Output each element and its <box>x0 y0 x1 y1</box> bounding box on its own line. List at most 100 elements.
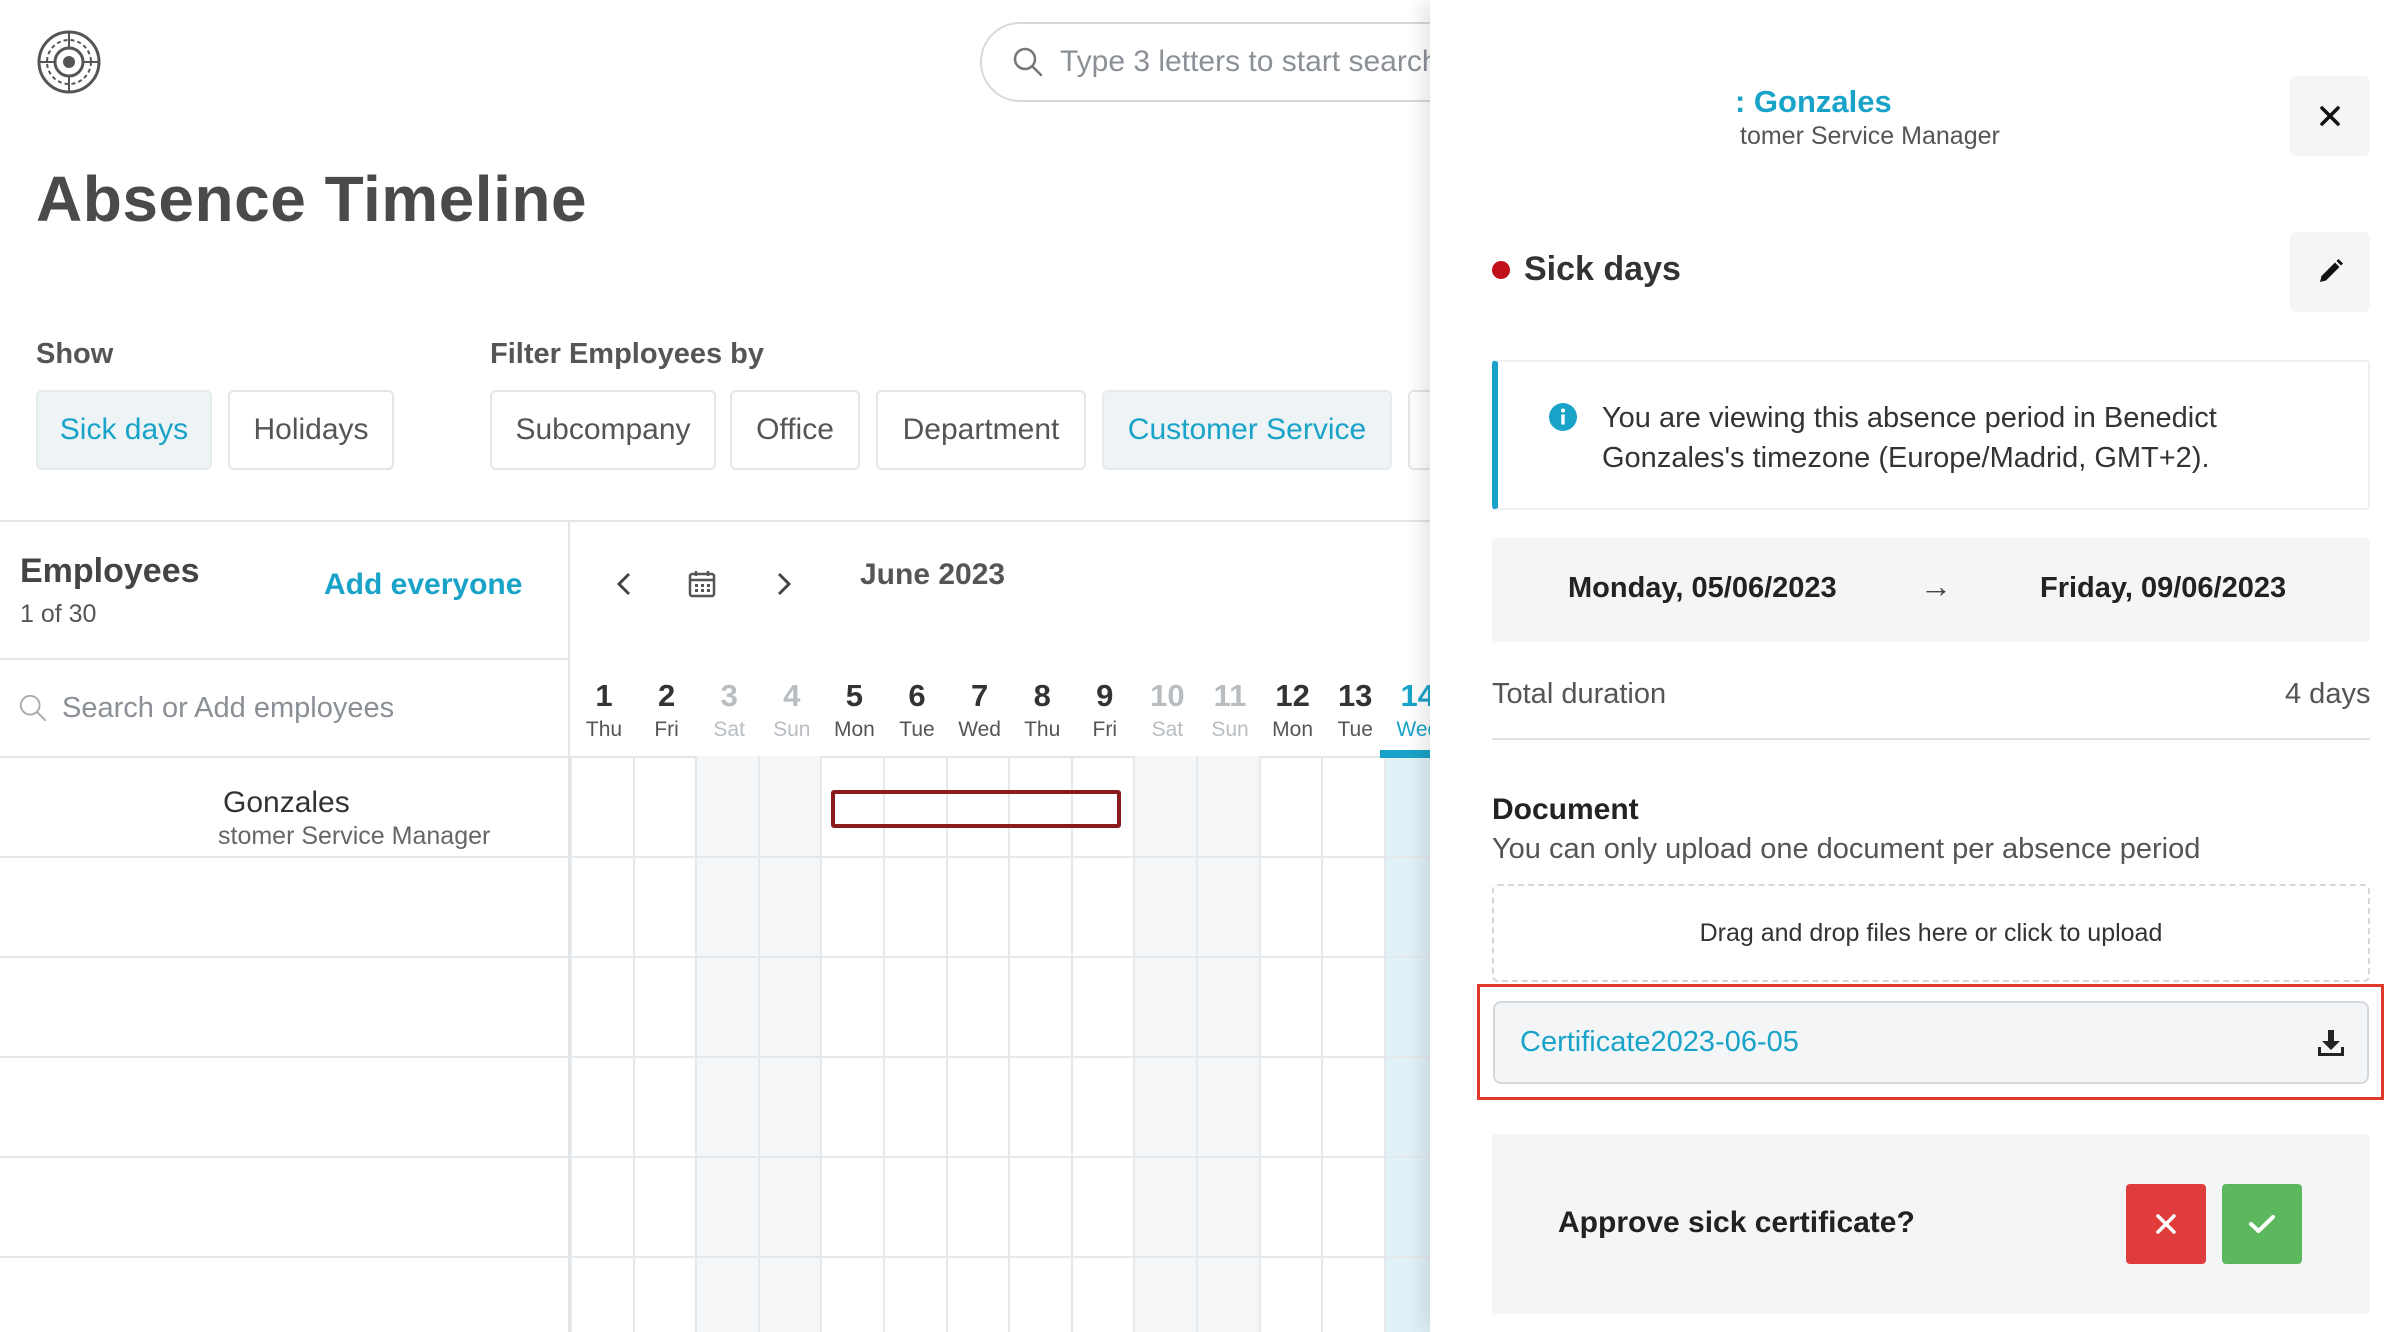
column-divider <box>883 756 885 1332</box>
employees-column: Employees 1 of 30 Add everyone Search or… <box>0 522 570 1332</box>
column-divider <box>1070 756 1073 1332</box>
day-number: 13 <box>1337 678 1373 713</box>
calendar-icon <box>688 571 716 598</box>
panel-employee-role: tomer Service Manager <box>1740 122 2000 150</box>
next-month-button[interactable] <box>764 564 804 604</box>
weekend-column <box>695 756 758 1332</box>
column-divider <box>757 756 760 1332</box>
previous-month-button[interactable] <box>604 564 644 604</box>
filter-holidays-button[interactable]: Holidays <box>228 390 394 470</box>
close-icon <box>2156 1214 2176 1234</box>
timezone-info-message: You are viewing this absence period in B… <box>1602 402 2217 474</box>
day-header-13: 13 Tue <box>1324 658 1386 758</box>
reject-certificate-button[interactable] <box>2126 1184 2206 1264</box>
chevron-left-icon <box>616 572 631 596</box>
column-divider <box>632 756 635 1332</box>
absence-start-date: Monday, 05/06/2023 <box>1568 572 1837 604</box>
column-divider <box>1133 756 1136 1332</box>
employees-count: 1 of 30 <box>20 600 97 628</box>
day-number: 5 <box>845 678 864 713</box>
day-name: Wed <box>958 718 1001 741</box>
day-header-8: 8 Thu <box>1011 658 1073 758</box>
absence-end-date: Friday, 09/06/2023 <box>2040 572 2287 604</box>
arrow-right-icon: → <box>1920 568 1952 604</box>
day-name: Sun <box>1211 718 1249 741</box>
employee-search-input[interactable]: Search or Add employees <box>0 658 570 758</box>
info-icon <box>1549 403 1577 431</box>
close-icon <box>2320 106 2340 126</box>
row-divider <box>570 856 1430 858</box>
add-everyone-link[interactable]: Add everyone <box>324 568 522 602</box>
row-divider <box>570 956 1430 958</box>
weekend-column <box>1133 756 1196 1332</box>
filter-sick-days-button[interactable]: Sick days <box>36 390 212 470</box>
column-divider <box>945 756 948 1332</box>
day-header-row: 1 Thu 2 Fri 3 Sat 4 Sun 5 Mon 6 Tue 7 Wed 8 Thu 9 Fri 10 Sa… <box>570 658 1439 758</box>
global-search-input[interactable]: Type 3 letters to start search <box>980 22 1500 102</box>
day-name: Fri <box>654 718 679 741</box>
column-divider <box>1258 756 1261 1332</box>
day-name: Fri <box>1092 718 1118 741</box>
employee-role: stomer Service Manager <box>218 822 491 850</box>
pencil-icon <box>2320 259 2343 282</box>
row-divider <box>570 1256 1430 1258</box>
employee-row[interactable]: Gonzales stomer Service Manager <box>0 758 570 858</box>
total-duration-value: 4 days <box>2285 678 2371 710</box>
panel-employee-name[interactable]: : Gonzales <box>1735 84 1892 120</box>
filter-office-button[interactable]: Office <box>730 390 860 470</box>
filter-department-button[interactable]: Department <box>876 390 1086 470</box>
column-divider <box>820 756 823 1332</box>
absence-type-label: Sick days <box>1524 250 1681 288</box>
calendar-navigation: June 2023 <box>570 522 1430 658</box>
day-header-3: 3 Sat <box>698 658 760 758</box>
absence-period-bar[interactable] <box>831 790 1121 828</box>
empty-row <box>0 858 570 958</box>
day-name: Sun <box>773 718 811 741</box>
page-title: Absence Timeline <box>36 163 588 235</box>
absence-date-range: Monday, 05/06/2023 → Friday, 09/06/2023 <box>1492 538 2370 642</box>
absence-type-dot <box>1492 260 1510 279</box>
day-number: 8 <box>1033 678 1051 713</box>
column-divider <box>570 756 572 1332</box>
employee-search-placeholder: Search or Add employees <box>62 691 395 724</box>
day-number: 7 <box>970 678 989 713</box>
today-column <box>1383 756 1430 1332</box>
uploaded-document[interactable]: Certificate2023-06-05 <box>1493 1001 2369 1084</box>
approve-certificate-box: Approve sick certificate? <box>1492 1134 2370 1314</box>
document-file-link[interactable]: Certificate2023-06-05 <box>1520 1026 1799 1059</box>
employee-name: Gonzales <box>223 786 350 819</box>
edit-absence-button[interactable] <box>2290 232 2370 312</box>
day-number: 4 <box>783 678 801 713</box>
download-icon[interactable] <box>2315 1027 2347 1059</box>
day-name: Thu <box>1024 718 1061 741</box>
empty-row <box>0 1058 570 1158</box>
day-header-9: 9 Fri <box>1074 658 1136 758</box>
close-panel-button[interactable] <box>2290 76 2370 156</box>
day-number: 1 <box>595 678 613 713</box>
search-icon <box>1013 47 1043 77</box>
document-dropzone[interactable]: Drag and drop files here or click to upl… <box>1492 884 2370 982</box>
approve-question: Approve sick certificate? <box>1558 1206 1915 1239</box>
approve-certificate-button[interactable] <box>2222 1184 2302 1264</box>
day-number: 6 <box>908 678 926 713</box>
absence-detail-panel: : Gonzales tomer Service Manager Sick da… <box>1430 0 2400 1332</box>
filter-customer-service-button[interactable]: Customer Service <box>1102 390 1392 470</box>
company-logo <box>37 30 101 94</box>
day-name: Tue <box>899 718 935 741</box>
search-icon <box>19 694 47 722</box>
today-indicator <box>1380 750 1430 758</box>
day-header-12: 12 Mon <box>1262 658 1324 758</box>
day-header-1: 1 Thu <box>573 658 635 758</box>
day-header-7: 7 Wed <box>949 658 1011 758</box>
day-name: Thu <box>585 718 623 741</box>
day-number: 2 <box>657 678 676 713</box>
calendar-picker-button[interactable] <box>682 564 722 604</box>
filter-subcompany-button[interactable]: Subcompany <box>490 390 716 470</box>
day-name: Tue <box>1337 718 1373 741</box>
day-name: Mon <box>1272 718 1314 741</box>
day-header-11: 11 Sun <box>1199 658 1261 758</box>
document-title: Document <box>1492 793 1639 826</box>
show-label: Show <box>36 338 114 370</box>
empty-row <box>0 1258 570 1332</box>
day-number: 9 <box>1096 678 1114 713</box>
